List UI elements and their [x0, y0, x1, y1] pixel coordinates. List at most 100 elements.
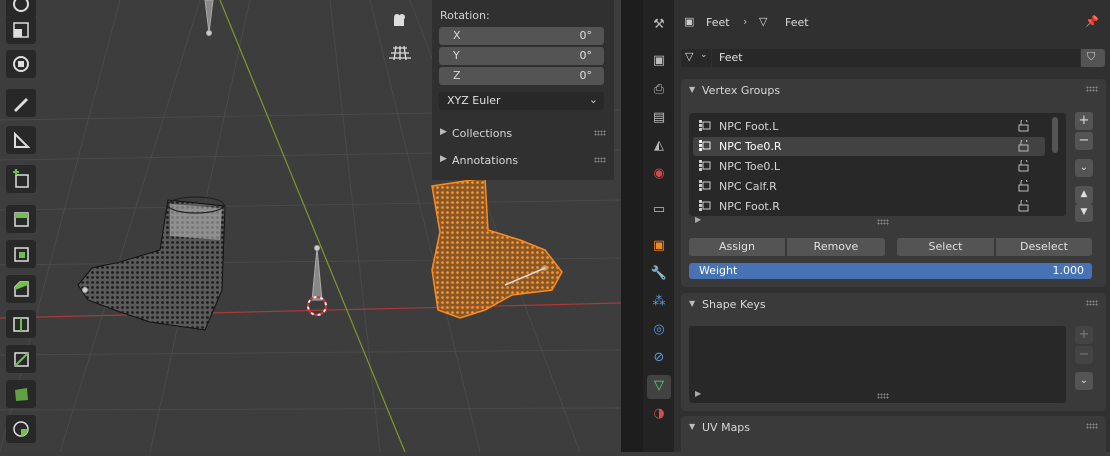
add-shape-key-button[interactable]: + [1075, 326, 1093, 344]
inset-tool-icon[interactable] [6, 240, 36, 268]
weight-slider[interactable]: Weight 1.000 [689, 263, 1092, 279]
chevron-down-icon: ⌄ [588, 93, 598, 106]
object-tab-icon[interactable]: ▣ [647, 235, 671, 259]
drag-grip-icon[interactable] [594, 157, 606, 163]
rotation-x-field[interactable]: X 0° [439, 27, 604, 45]
shape-keys-panel: ▼ Shape Keys ▶ + − ⌄ [681, 293, 1106, 411]
expand-arrow-icon: ▼ [689, 422, 696, 431]
expand-arrow-icon: ▼ [689, 299, 696, 308]
list-item[interactable]: NPC Toe0.L [693, 157, 1045, 176]
select-button[interactable]: Select [897, 238, 994, 256]
drag-grip-icon[interactable] [1086, 86, 1098, 92]
orthographic-toggle-icon[interactable] [386, 40, 414, 66]
mesh-data-tab-icon[interactable]: ▽ [647, 375, 671, 399]
physics-tab-icon[interactable]: ◎ [647, 319, 671, 343]
object-icon: ▣ [684, 15, 695, 28]
annotations-subpanel[interactable]: ▶ Annotations [432, 150, 614, 172]
breadcrumb-separator-icon: › [743, 15, 748, 28]
remove-vertex-group-button[interactable]: − [1075, 132, 1093, 150]
filter-toggle-icon[interactable]: ▶ [695, 215, 701, 224]
render-tab-icon[interactable]: ▣ [647, 50, 671, 74]
loop-cut-tool-icon[interactable] [6, 310, 36, 338]
remove-shape-key-button[interactable]: − [1075, 346, 1093, 364]
list-resize-grip-icon[interactable] [877, 393, 889, 399]
viewport-sidebar: Rotation: X 0° Y 0° Z 0° XYZ Euler ⌄ ▶ C… [432, 0, 614, 180]
list-item[interactable]: NPC Calf.R [693, 177, 1045, 196]
properties-tabs: ⚒ ▣ ⎙ ▤ ◭ ◉ ▭ ▣ 🔧 ⁂ ◎ ⊘ ▽ ◑ [643, 0, 674, 452]
list-item-selected[interactable]: NPC Toe0.R [693, 137, 1045, 156]
rotation-label: Rotation: [440, 9, 490, 22]
add-cube-tool-icon[interactable] [6, 165, 36, 193]
list-scrollbar[interactable] [1052, 117, 1058, 153]
shape-keys-header[interactable]: ▼ Shape Keys [681, 293, 1106, 317]
shield-icon: ⛉ [1087, 50, 1096, 63]
uv-maps-panel: ▼ UV Maps [681, 416, 1106, 456]
drag-grip-icon[interactable] [1086, 423, 1098, 429]
collapse-arrow-icon: ▶ [440, 127, 447, 137]
unlock-icon[interactable] [1017, 158, 1031, 172]
vertex-group-icon [699, 200, 711, 212]
transform-tool-icon[interactable] [6, 50, 36, 78]
uv-maps-header[interactable]: ▼ UV Maps [681, 416, 1106, 440]
mesh-browse-button[interactable]: ▽ ⌄ [681, 49, 711, 67]
unlock-icon[interactable] [1017, 138, 1031, 152]
tool-tab-icon[interactable]: ⚒ [647, 14, 671, 38]
shape-key-specials-button[interactable]: ⌄ [1075, 372, 1093, 390]
vertex-group-icon [699, 120, 711, 132]
properties-editor: ▣ Feet › ▽ Feet 📌 ▽ ⌄ Feet ⛉ ▼ Vertex Gr… [674, 0, 1110, 456]
view-layer-tab-icon[interactable]: ▤ [647, 107, 671, 131]
mesh-name-field[interactable]: Feet [712, 49, 1080, 67]
unlock-icon[interactable] [1017, 178, 1031, 192]
collapse-arrow-icon: ▶ [440, 154, 447, 164]
bevel-tool-icon[interactable] [6, 275, 36, 303]
scene-tab-icon[interactable]: ◭ [647, 135, 671, 159]
vertex-groups-header[interactable]: ▼ Vertex Groups [681, 79, 1106, 103]
knife-tool-icon[interactable] [6, 345, 36, 373]
assign-button[interactable]: Assign [689, 238, 785, 256]
specials-menu-button[interactable]: ⌄ [1075, 159, 1093, 177]
add-vertex-group-button[interactable]: + [1075, 112, 1093, 130]
list-resize-grip-icon[interactable] [877, 219, 889, 225]
mesh-icon: ▽ [685, 50, 694, 63]
deselect-button[interactable]: Deselect [996, 238, 1092, 256]
shape-key-list[interactable] [689, 326, 1066, 403]
list-item[interactable]: NPC Foot.R [693, 197, 1045, 214]
modifier-tab-icon[interactable]: 🔧 [647, 263, 671, 287]
measure-tool-icon[interactable] [6, 126, 36, 154]
move-down-button[interactable]: ▼ [1075, 204, 1093, 222]
vertex-group-list[interactable]: NPC Foot.L NPC Toe0.R NPC Toe0.L NPC Cal… [689, 113, 1066, 216]
drag-grip-icon[interactable] [1086, 300, 1098, 306]
camera-view-icon[interactable] [386, 9, 414, 35]
unlock-icon[interactable] [1017, 198, 1031, 212]
vertex-group-icon [699, 180, 711, 192]
material-tab-icon[interactable]: ◑ [647, 403, 671, 427]
world-tab-icon[interactable]: ◉ [647, 163, 671, 187]
annotate-tool-icon[interactable] [6, 89, 36, 117]
remove-button[interactable]: Remove [787, 238, 885, 256]
rotation-z-field[interactable]: Z 0° [439, 67, 604, 85]
x-axis-line [0, 302, 621, 319]
poly-build-tool-icon[interactable] [6, 380, 36, 408]
spin-tool-icon[interactable] [6, 415, 36, 443]
scale-tool-icon[interactable] [6, 16, 36, 44]
fake-user-button[interactable]: ⛉ [1081, 49, 1105, 67]
unlock-icon[interactable] [1017, 118, 1031, 132]
y-axis-line [219, 0, 406, 452]
pin-icon[interactable]: 📌 [1085, 15, 1099, 28]
move-up-button[interactable]: ▲ [1075, 186, 1093, 204]
rotation-mode-select[interactable]: XYZ Euler ⌄ [439, 92, 604, 110]
breadcrumb-object: Feet [706, 16, 730, 29]
extrude-tool-icon[interactable] [6, 205, 36, 233]
particles-tab-icon[interactable]: ⁂ [647, 291, 671, 315]
collection-tab-icon[interactable]: ▭ [647, 199, 671, 223]
collections-subpanel[interactable]: ▶ Collections [432, 123, 614, 145]
vertex-group-icon [699, 140, 711, 152]
drag-grip-icon[interactable] [594, 130, 606, 136]
constraints-tab-icon[interactable]: ⊘ [647, 347, 671, 371]
breadcrumb-mesh: Feet [785, 16, 809, 29]
output-tab-icon[interactable]: ⎙ [647, 79, 671, 103]
rotation-y-field[interactable]: Y 0° [439, 47, 604, 65]
list-item[interactable]: NPC Foot.L [693, 117, 1045, 136]
filter-toggle-icon[interactable]: ▶ [695, 389, 701, 398]
chevron-down-icon: ⌄ [700, 50, 708, 60]
